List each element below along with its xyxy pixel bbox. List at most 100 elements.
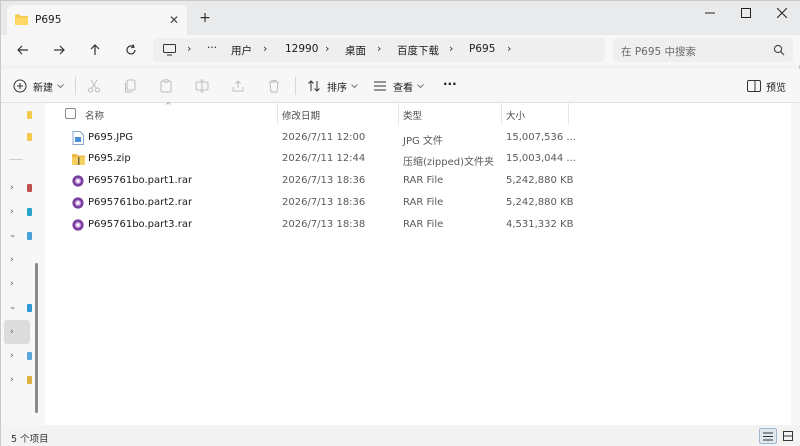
file-modified: 2026/7/13 18:36 bbox=[282, 175, 366, 186]
tab-p695[interactable]: P695 ✕ bbox=[7, 5, 187, 35]
details-view-button[interactable] bbox=[759, 428, 777, 444]
file-list-scrollbar[interactable] bbox=[791, 103, 800, 425]
file-type: RAR File bbox=[403, 219, 444, 230]
column-size[interactable]: 大小 bbox=[506, 108, 525, 122]
chevron-right-icon: › bbox=[187, 42, 192, 55]
item-count: 5 个项目 bbox=[11, 434, 49, 445]
file-row[interactable]: P695.JPG 2026/7/11 12:00 JPG 文件 15,007,5… bbox=[45, 128, 791, 149]
share-button[interactable] bbox=[231, 77, 245, 95]
column-name[interactable]: 名称 bbox=[85, 108, 104, 122]
up-button[interactable] bbox=[85, 41, 105, 59]
maximize-icon bbox=[741, 8, 751, 18]
expand-chevron-icon[interactable]: › bbox=[10, 375, 14, 385]
new-button[interactable]: 新建 bbox=[13, 77, 64, 95]
file-list: ^ 名称 修改日期 类型 大小 P695.JPG 2026/7/11 12:00… bbox=[45, 101, 791, 425]
drive-icon[interactable] bbox=[27, 304, 32, 312]
status-bar: 5 个项目 bbox=[1, 425, 800, 446]
refresh-button[interactable] bbox=[121, 41, 141, 59]
chevron-right-icon[interactable]: › bbox=[449, 42, 453, 55]
sort-button[interactable]: 排序 bbox=[307, 77, 358, 95]
file-name: P695761bo.part3.rar bbox=[88, 219, 193, 230]
file-modified: 2026/7/11 12:44 bbox=[282, 153, 366, 164]
select-all-checkbox[interactable] bbox=[65, 108, 76, 119]
more-options-button[interactable]: ··· bbox=[443, 75, 457, 93]
back-button[interactable] bbox=[13, 41, 33, 59]
copy-icon bbox=[125, 79, 136, 93]
arrow-left-icon bbox=[17, 45, 28, 55]
collapse-chevron-icon[interactable]: › bbox=[7, 234, 17, 238]
pc-icon[interactable] bbox=[27, 232, 32, 240]
folder-icon[interactable] bbox=[27, 376, 32, 384]
folder-icon[interactable] bbox=[27, 133, 32, 141]
expand-chevron-icon[interactable]: › bbox=[10, 183, 14, 193]
column-modified[interactable]: 修改日期 bbox=[282, 108, 320, 122]
drive-icon[interactable] bbox=[27, 352, 32, 360]
arrow-right-icon bbox=[54, 45, 65, 55]
file-modified: 2026/7/13 18:38 bbox=[282, 219, 366, 230]
drive-icon[interactable] bbox=[27, 208, 32, 216]
folder-icon[interactable] bbox=[27, 111, 32, 119]
breadcrumb-users[interactable]: 用户 bbox=[231, 43, 252, 58]
column-divider[interactable] bbox=[277, 103, 278, 125]
expand-chevron-icon[interactable]: › bbox=[10, 279, 14, 289]
chevron-right-icon[interactable]: › bbox=[507, 42, 511, 55]
chevron-right-icon[interactable]: › bbox=[377, 42, 381, 55]
column-divider[interactable] bbox=[568, 103, 569, 125]
column-divider[interactable] bbox=[398, 103, 399, 125]
file-type: JPG 文件 bbox=[403, 136, 443, 147]
file-explorer-window: P695 ✕ + › ··· 用户 › 12990 › 桌面 › 百度下载 › … bbox=[0, 0, 800, 446]
tab-strip: P695 ✕ + bbox=[1, 1, 800, 35]
column-divider[interactable] bbox=[501, 103, 502, 125]
file-modified: 2026/7/13 18:36 bbox=[282, 197, 366, 208]
rename-button[interactable] bbox=[195, 77, 209, 95]
view-button[interactable]: 查看 bbox=[373, 77, 424, 95]
close-tab-icon[interactable]: ✕ bbox=[167, 13, 181, 27]
delete-button[interactable] bbox=[267, 77, 281, 95]
expand-chevron-icon[interactable]: › bbox=[10, 351, 14, 361]
column-header-row: ^ 名称 修改日期 类型 大小 bbox=[45, 101, 791, 125]
navigation-pane: › › › › › › › › › bbox=[1, 103, 45, 425]
chevron-right-icon[interactable]: › bbox=[263, 42, 267, 55]
forward-button[interactable] bbox=[49, 41, 69, 59]
file-size: 4,531,332 KB bbox=[506, 219, 574, 230]
breadcrumb-desktop[interactable]: 桌面 bbox=[345, 43, 366, 58]
rar-file-icon bbox=[72, 219, 84, 231]
breadcrumb-baidu-download[interactable]: 百度下载 bbox=[397, 43, 439, 58]
file-row[interactable]: P695761bo.part1.rar 2026/7/13 18:36 RAR … bbox=[45, 171, 791, 192]
new-tab-button[interactable]: + bbox=[197, 10, 213, 26]
column-type[interactable]: 类型 bbox=[403, 108, 422, 122]
preview-pane-button[interactable]: 预览 bbox=[747, 77, 786, 95]
close-window-button[interactable] bbox=[759, 1, 800, 25]
file-size: 15,007,536 ... bbox=[506, 132, 576, 143]
expand-chevron-icon[interactable]: › bbox=[10, 207, 14, 217]
address-bar[interactable]: › ··· 用户 › 12990 › 桌面 › 百度下载 › P695 › bbox=[153, 38, 605, 62]
file-type: RAR File bbox=[403, 175, 444, 186]
clipboard-icon bbox=[160, 79, 172, 93]
chevron-right-icon[interactable]: › bbox=[325, 42, 329, 55]
nav-scrollbar[interactable] bbox=[35, 263, 38, 413]
file-size: 15,003,044 ... bbox=[506, 153, 576, 164]
drive-icon[interactable] bbox=[27, 184, 32, 192]
expand-chevron-icon[interactable]: › bbox=[10, 255, 14, 265]
file-name: P695.JPG bbox=[88, 132, 134, 143]
minimize-icon bbox=[705, 12, 715, 14]
selected-nav-item[interactable] bbox=[4, 320, 30, 344]
breadcrumb-p695[interactable]: P695 bbox=[469, 43, 495, 55]
file-row[interactable]: P695761bo.part3.rar 2026/7/13 18:38 RAR … bbox=[45, 215, 791, 236]
separator bbox=[75, 77, 76, 95]
breadcrumb-12990[interactable]: 12990 bbox=[285, 43, 318, 55]
more-locations-button[interactable]: ··· bbox=[207, 42, 217, 54]
file-size: 5,242,880 KB bbox=[506, 175, 574, 186]
list-view-icon bbox=[374, 81, 386, 91]
file-row[interactable]: P695761bo.part2.rar 2026/7/13 18:36 RAR … bbox=[45, 193, 791, 214]
collapse-chevron-icon[interactable]: › bbox=[7, 306, 17, 310]
file-row[interactable]: P695.zip 2026/7/11 12:44 压缩(zipped)文件夹 1… bbox=[45, 149, 791, 170]
paste-button[interactable] bbox=[159, 77, 173, 95]
cut-button[interactable] bbox=[87, 77, 101, 95]
copy-button[interactable] bbox=[123, 77, 137, 95]
tiles-view-button[interactable] bbox=[779, 428, 797, 444]
search-input[interactable]: 在 P695 中搜索 bbox=[613, 38, 793, 62]
file-name: P695761bo.part2.rar bbox=[88, 197, 193, 208]
expand-chevron-icon[interactable]: › bbox=[10, 327, 14, 337]
sort-label: 排序 bbox=[327, 82, 347, 94]
